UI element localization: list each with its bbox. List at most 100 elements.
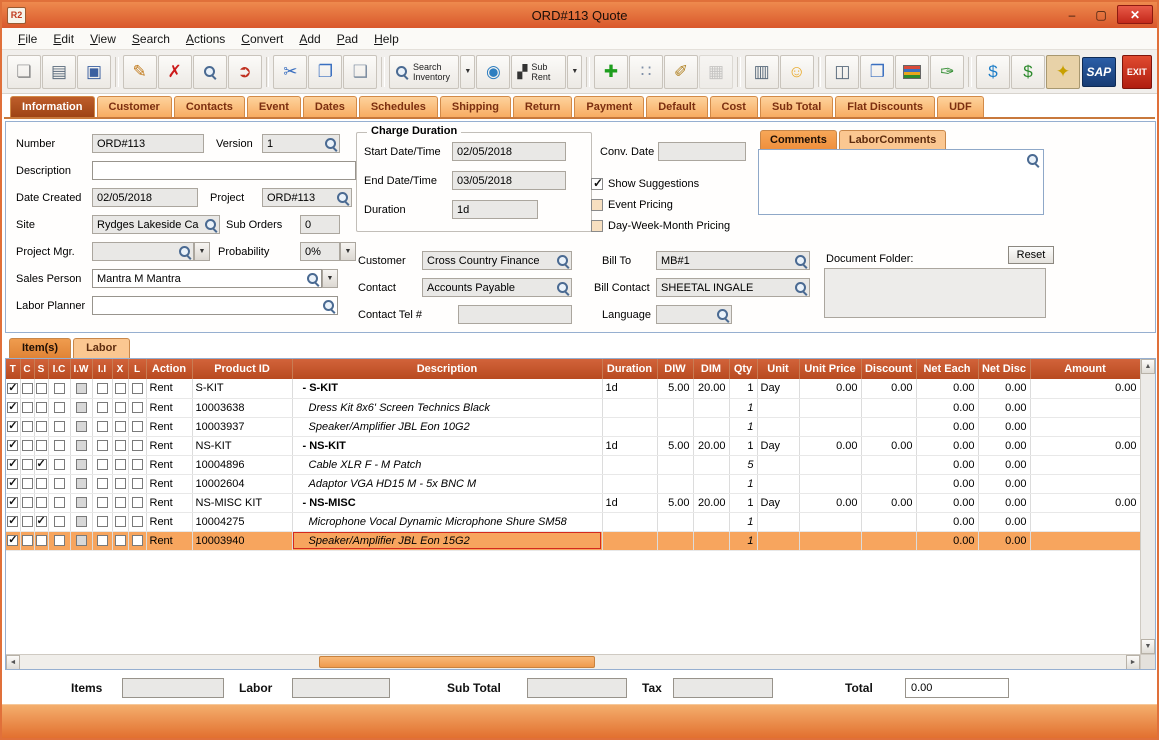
- version-search-icon[interactable]: [324, 137, 338, 151]
- paste-icon[interactable]: ❑: [343, 54, 378, 89]
- sub-rent-button[interactable]: ▞ Sub Rent: [511, 54, 567, 89]
- row-checkbox[interactable]: [35, 478, 47, 490]
- bill-to-search-icon[interactable]: [794, 254, 808, 268]
- add-item-icon[interactable]: ✚: [594, 54, 628, 89]
- tab-information[interactable]: Information: [10, 96, 95, 117]
- labor-total-field[interactable]: [292, 678, 390, 698]
- customer-field[interactable]: Cross Country Finance: [422, 251, 572, 270]
- row-checkbox[interactable]: [35, 497, 47, 509]
- column-header-net-disc[interactable]: Net Disc: [978, 359, 1031, 379]
- close-button[interactable]: ✕: [1117, 5, 1153, 24]
- tab-sub-total[interactable]: Sub Total: [759, 96, 834, 117]
- column-header-i-w[interactable]: I.W: [70, 359, 93, 379]
- table-row[interactable]: Rent10003937Speaker/Amplifier JBL Eon 10…: [6, 417, 1141, 437]
- tab-contacts[interactable]: Contacts: [173, 96, 245, 117]
- edit-icon[interactable]: ✎: [122, 54, 157, 89]
- column-header-discount[interactable]: Discount: [861, 359, 917, 379]
- row-checkbox[interactable]: [53, 382, 65, 394]
- row-checkbox[interactable]: [75, 497, 87, 509]
- row-checkbox[interactable]: [131, 516, 143, 528]
- contact-tel-field[interactable]: [458, 305, 572, 324]
- column-header-product-id[interactable]: Product ID: [192, 359, 293, 379]
- row-checkbox[interactable]: [114, 440, 126, 452]
- document-folder-box[interactable]: [824, 268, 1046, 318]
- column-header-duration[interactable]: Duration: [602, 359, 658, 379]
- tab-udf[interactable]: UDF: [937, 96, 984, 117]
- row-checkbox[interactable]: [21, 535, 33, 547]
- row-checkbox[interactable]: [21, 440, 33, 452]
- row-checkbox[interactable]: [21, 382, 33, 394]
- row-checkbox[interactable]: [7, 514, 19, 528]
- language-field[interactable]: [656, 305, 732, 324]
- project-mgr-dropdown[interactable]: ▼: [194, 242, 210, 261]
- row-checkbox[interactable]: [96, 421, 108, 433]
- row-checkbox[interactable]: [75, 516, 87, 528]
- project-mgr-search-icon[interactable]: [178, 245, 192, 259]
- sub-orders-field[interactable]: 0: [300, 215, 340, 234]
- row-checkbox[interactable]: [131, 535, 143, 547]
- row-checkbox[interactable]: [75, 535, 87, 547]
- row-checkbox[interactable]: [53, 497, 65, 509]
- day-week-month-pricing-checkbox[interactable]: [591, 220, 603, 232]
- contact-field[interactable]: Accounts Payable: [422, 278, 572, 297]
- labor-planner-field[interactable]: [92, 296, 338, 315]
- row-checkbox[interactable]: [53, 478, 65, 490]
- column-header-net-each[interactable]: Net Each: [916, 359, 979, 379]
- package-icon[interactable]: ❒: [860, 54, 895, 89]
- row-checkbox[interactable]: [7, 457, 19, 471]
- column-header-amount[interactable]: Amount: [1030, 359, 1141, 379]
- row-checkbox[interactable]: [131, 421, 143, 433]
- table-row[interactable]: Rent10003940Speaker/Amplifier JBL Eon 15…: [6, 531, 1141, 551]
- row-checkbox[interactable]: [75, 478, 87, 490]
- horizontal-scrollbar[interactable]: ◄ ►: [6, 654, 1140, 669]
- row-checkbox[interactable]: [7, 419, 19, 433]
- contact-search-icon[interactable]: [556, 281, 570, 295]
- row-checkbox[interactable]: [114, 497, 126, 509]
- row-checkbox[interactable]: [35, 535, 47, 547]
- row-checkbox[interactable]: [21, 516, 33, 528]
- column-header-unit[interactable]: Unit: [757, 359, 800, 379]
- menu-item-add[interactable]: Add: [291, 30, 328, 48]
- table-row[interactable]: RentNS-KIT- NS-KIT1d5.0020.001Day0.000.0…: [6, 436, 1141, 456]
- tab-laborcomments[interactable]: LaborComments: [838, 130, 947, 149]
- column-header-description[interactable]: Description: [292, 359, 603, 379]
- table-row[interactable]: Rent10004275Microphone Vocal Dynamic Mic…: [6, 512, 1141, 532]
- row-checkbox[interactable]: [96, 516, 108, 528]
- price-list-icon[interactable]: $: [1011, 54, 1046, 89]
- row-checkbox[interactable]: [131, 440, 143, 452]
- table-row[interactable]: RentNS-MISC KIT- NS-MISC1d5.0020.001Day0…: [6, 493, 1141, 513]
- number-field[interactable]: ORD#113: [92, 134, 204, 153]
- sub-total-field[interactable]: [527, 678, 627, 698]
- tab-flat-discounts[interactable]: Flat Discounts: [835, 96, 936, 117]
- sap-button[interactable]: SAP: [1082, 56, 1116, 87]
- horizontal-scroll-thumb[interactable]: [318, 656, 596, 668]
- row-checkbox[interactable]: [114, 421, 126, 433]
- row-checkbox[interactable]: [96, 382, 108, 394]
- row-checkbox[interactable]: [35, 514, 47, 528]
- row-checkbox[interactable]: [96, 440, 108, 452]
- comments-search-icon[interactable]: [1026, 153, 1040, 167]
- minimize-button[interactable]: –: [1059, 5, 1085, 24]
- row-checkbox[interactable]: [35, 457, 47, 471]
- project-search-icon[interactable]: [336, 191, 350, 205]
- document-edit-icon[interactable]: ✑: [930, 54, 965, 89]
- row-checkbox[interactable]: [114, 382, 126, 394]
- sub-rent-dropdown[interactable]: ▼: [567, 54, 583, 89]
- row-checkbox[interactable]: [7, 381, 19, 394]
- tab-labor[interactable]: Labor: [73, 338, 130, 358]
- total-field[interactable]: 0.00: [905, 678, 1009, 698]
- column-header-dim[interactable]: DIM: [693, 359, 730, 379]
- grid-icon[interactable]: ▦: [699, 54, 733, 89]
- tab-shipping[interactable]: Shipping: [439, 96, 511, 117]
- row-checkbox[interactable]: [131, 402, 143, 414]
- menu-item-edit[interactable]: Edit: [45, 30, 82, 48]
- row-checkbox[interactable]: [96, 497, 108, 509]
- row-checkbox[interactable]: [96, 402, 108, 414]
- customer-search-icon[interactable]: [556, 254, 570, 268]
- row-checkbox[interactable]: [35, 382, 47, 394]
- table-row[interactable]: Rent10002604Adaptor VGA HD15 M - 5x BNC …: [6, 474, 1141, 494]
- column-header-diw[interactable]: DIW: [657, 359, 694, 379]
- menu-item-pad[interactable]: Pad: [329, 30, 366, 48]
- row-checkbox[interactable]: [114, 535, 126, 547]
- copy-icon[interactable]: ❐: [308, 54, 343, 89]
